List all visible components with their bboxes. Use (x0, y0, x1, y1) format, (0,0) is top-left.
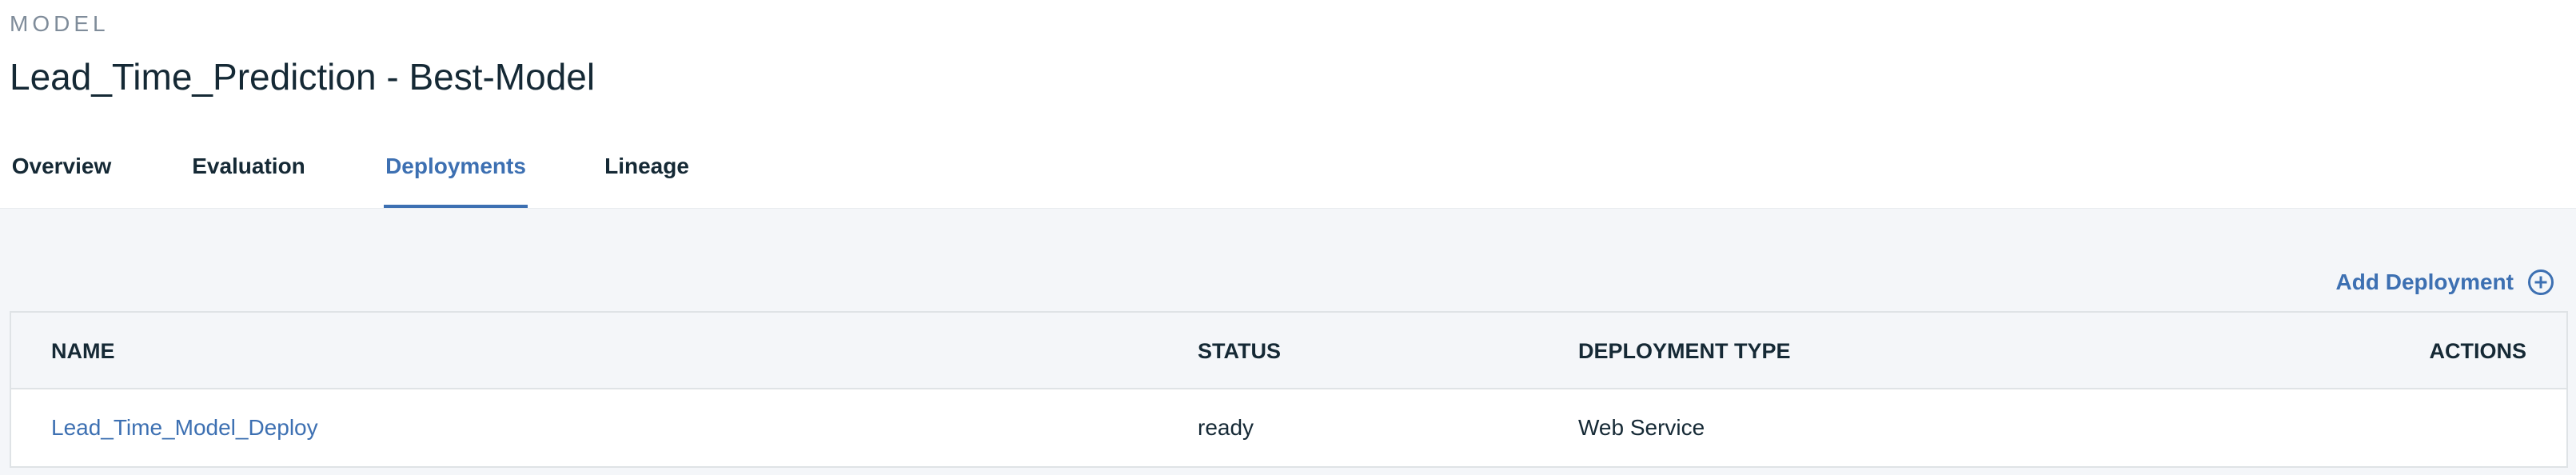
deployments-panel: Add Deployment NAME STATUS DEPLOYMENT TY… (0, 208, 2576, 475)
table-header: NAME STATUS DEPLOYMENT TYPE ACTIONS (11, 313, 2566, 389)
column-header-name[interactable]: NAME (51, 313, 115, 389)
plus-circle-icon (2528, 269, 2554, 295)
deployment-status: ready (1198, 415, 1254, 440)
add-deployment-label: Add Deployment (2335, 269, 2514, 294)
tab-overview[interactable]: Overview (11, 144, 112, 208)
deployment-type: Web Service (1578, 415, 1705, 440)
add-deployment-button[interactable]: Add Deployment (2336, 265, 2555, 300)
deployments-table: NAME STATUS DEPLOYMENT TYPE ACTIONS Lead… (10, 311, 2568, 468)
column-header-actions: ACTIONS (2429, 339, 2527, 363)
tab-bar: Overview Evaluation Deployments Lineage (0, 144, 959, 208)
page-eyebrow: MODEL (10, 11, 110, 36)
table-row[interactable]: Lead_Time_Model_Deploy ready Web Service (11, 389, 2566, 466)
tab-evaluation[interactable]: Evaluation (192, 144, 305, 208)
page-title: Lead_Time_Prediction - Best-Model (10, 56, 596, 98)
model-header: MODEL Lead_Time_Prediction - Best-Model … (0, 0, 2576, 208)
column-header-deployment-type[interactable]: DEPLOYMENT TYPE (1578, 313, 1791, 389)
tab-lineage[interactable]: Lineage (604, 144, 689, 208)
page: MODEL Lead_Time_Prediction - Best-Model … (0, 0, 2576, 475)
tab-deployments[interactable]: Deployments (384, 144, 528, 208)
deployment-name-link[interactable]: Lead_Time_Model_Deploy (51, 389, 318, 466)
column-header-status[interactable]: STATUS (1198, 313, 1281, 389)
